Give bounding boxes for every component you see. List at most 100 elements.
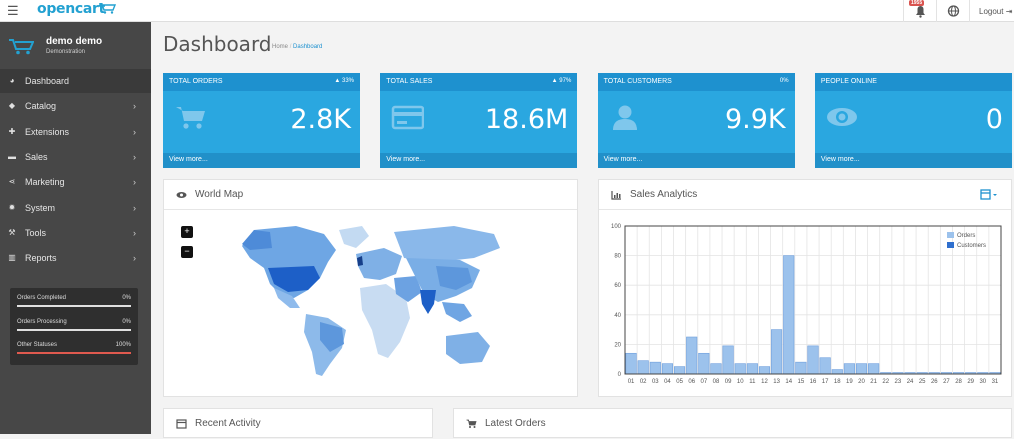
tile-change: 0% — [779, 78, 789, 84]
store-front-button[interactable] — [936, 0, 969, 22]
x-tick-label: 09 — [725, 379, 732, 385]
x-tick-label: 29 — [967, 379, 974, 385]
status-progress-fill — [17, 352, 131, 354]
status-label: Orders Completed — [17, 295, 67, 301]
bar-orders — [831, 369, 843, 375]
tile-title: TOTAL ORDERS — [169, 78, 223, 85]
bar-orders — [674, 366, 686, 375]
bar-orders — [771, 329, 783, 375]
bar-chart-icon — [611, 191, 621, 200]
notification-badge: 1955 — [909, 0, 925, 6]
bar-orders — [868, 363, 880, 375]
sidebar-item-label: Reports — [25, 253, 57, 264]
x-tick-label: 02 — [640, 379, 647, 385]
bar-chart-icon: ▥ — [8, 253, 16, 263]
main-content: Dashboard Home / Dashboard TOTAL ORDERS ▲… — [151, 22, 1014, 438]
x-tick-label: 08 — [713, 379, 720, 385]
menu-toggle-icon[interactable]: ☰ — [7, 4, 21, 18]
status-progress-bar — [17, 352, 131, 354]
cart-icon — [466, 419, 477, 428]
x-tick-label: 22 — [882, 379, 889, 385]
world-map-title: World Map — [195, 189, 244, 200]
breadcrumb-home[interactable]: Home — [272, 44, 288, 50]
x-tick-label: 05 — [676, 379, 683, 385]
map-russia — [394, 226, 500, 262]
bar-orders — [807, 345, 819, 375]
x-tick-label: 20 — [858, 379, 865, 385]
sidebar-item-extensions[interactable]: ✚ Extensions › — [0, 120, 151, 144]
sidebar-item-system[interactable]: ✹ System › — [0, 196, 151, 220]
view-more-link[interactable]: View more... — [380, 153, 578, 168]
tile-heading: TOTAL ORDERS ▲ 33% — [163, 73, 360, 91]
bar-orders — [795, 361, 807, 375]
view-more-link[interactable]: View more... — [597, 153, 795, 168]
bar-orders — [843, 363, 855, 375]
sidebar-item-label: Tools — [25, 227, 47, 238]
sidebar-item-catalog[interactable]: ◆ Catalog › — [0, 94, 151, 118]
bar-orders — [637, 360, 649, 375]
sidebar-item-marketing[interactable]: ⋖ Marketing › — [0, 170, 151, 194]
cart-icon — [176, 107, 205, 129]
y-tick-label: 80 — [614, 254, 621, 260]
map-europe — [356, 248, 402, 280]
order-status-summary: Orders Completed 0% Orders Processing 0% Oth… — [10, 288, 138, 365]
calendar-icon — [980, 189, 997, 200]
x-tick-label: 26 — [931, 379, 938, 385]
user-name: demo demo — [46, 36, 103, 47]
sidebar-item-dashboard[interactable]: ◕ Dashboard — [0, 69, 151, 93]
tile-change: ▲ 97% — [551, 78, 572, 84]
breadcrumb-dashboard[interactable]: Dashboard — [293, 44, 322, 50]
sidebar-item-label: Sales — [25, 151, 48, 162]
sidebar: demo demo Demonstration ◕ Dashboard ◆ Catal… — [0, 22, 151, 434]
x-tick-label: 25 — [919, 379, 926, 385]
sidebar-item-reports[interactable]: ▥ Reports › — [0, 246, 151, 270]
chevron-right-icon: › — [133, 126, 136, 137]
credit-card-icon — [392, 105, 425, 130]
sidebar-item-label: Extensions — [25, 126, 70, 137]
bar-orders — [625, 352, 637, 375]
status-progress-fill — [17, 328, 131, 331]
user-icon — [612, 105, 637, 130]
tile-change: ▲ 33% — [334, 78, 354, 84]
sidebar-item-sales[interactable]: ▬ Sales › — [0, 145, 151, 169]
tile-title: PEOPLE ONLINE — [820, 78, 877, 85]
puzzle-icon: ✚ — [8, 126, 16, 136]
world-map[interactable] — [224, 218, 504, 383]
sidebar-item-label: System — [25, 202, 56, 213]
sidebar-item-tools[interactable]: ⚒ Tools › — [0, 221, 151, 245]
notifications-button[interactable]: 1955 — [903, 0, 936, 22]
sidebar-item-label: Dashboard — [25, 76, 70, 86]
x-tick-label: 06 — [688, 379, 695, 385]
legend-swatch — [947, 232, 954, 238]
status-progress-fill — [17, 305, 131, 307]
x-tick-label: 30 — [979, 379, 986, 385]
profile-logo-icon — [9, 39, 34, 55]
status-row: Orders Processing 0% — [17, 318, 131, 331]
x-tick-label: 14 — [785, 379, 792, 385]
x-tick-label: 03 — [652, 379, 659, 385]
calendar-dropdown-button[interactable] — [980, 188, 998, 200]
wrench-icon: ⚒ — [8, 227, 16, 237]
view-more-link[interactable]: View more... — [163, 153, 360, 168]
bar-orders — [710, 363, 722, 375]
logout-button[interactable]: Logout ⇥ — [969, 0, 1014, 22]
chevron-right-icon: › — [133, 101, 136, 112]
gear-icon: ✹ — [8, 202, 16, 212]
zoom-in-button[interactable]: + — [181, 226, 193, 238]
user-profile[interactable]: demo demo Demonstration — [0, 22, 151, 64]
tile-value: 9.9K — [724, 104, 786, 135]
status-label: Orders Processing — [17, 318, 67, 325]
opencart-logo[interactable]: opencart — [37, 1, 105, 17]
x-tick-label: 12 — [761, 379, 768, 385]
bar-orders — [783, 255, 795, 375]
y-tick-label: 100 — [611, 224, 622, 230]
tile-total-customers: TOTAL CUSTOMERS 0% 9.9K View more... — [597, 73, 795, 168]
breadcrumb: Home / Dashboard — [272, 44, 322, 50]
tile-heading: PEOPLE ONLINE — [814, 73, 1012, 91]
view-more-link[interactable]: View more... — [814, 153, 1012, 168]
zoom-out-button[interactable]: − — [181, 246, 193, 258]
status-label: Other Statuses — [17, 342, 58, 348]
x-tick-label: 17 — [822, 379, 829, 385]
legend-swatch — [947, 242, 954, 248]
bar-orders — [661, 363, 674, 375]
